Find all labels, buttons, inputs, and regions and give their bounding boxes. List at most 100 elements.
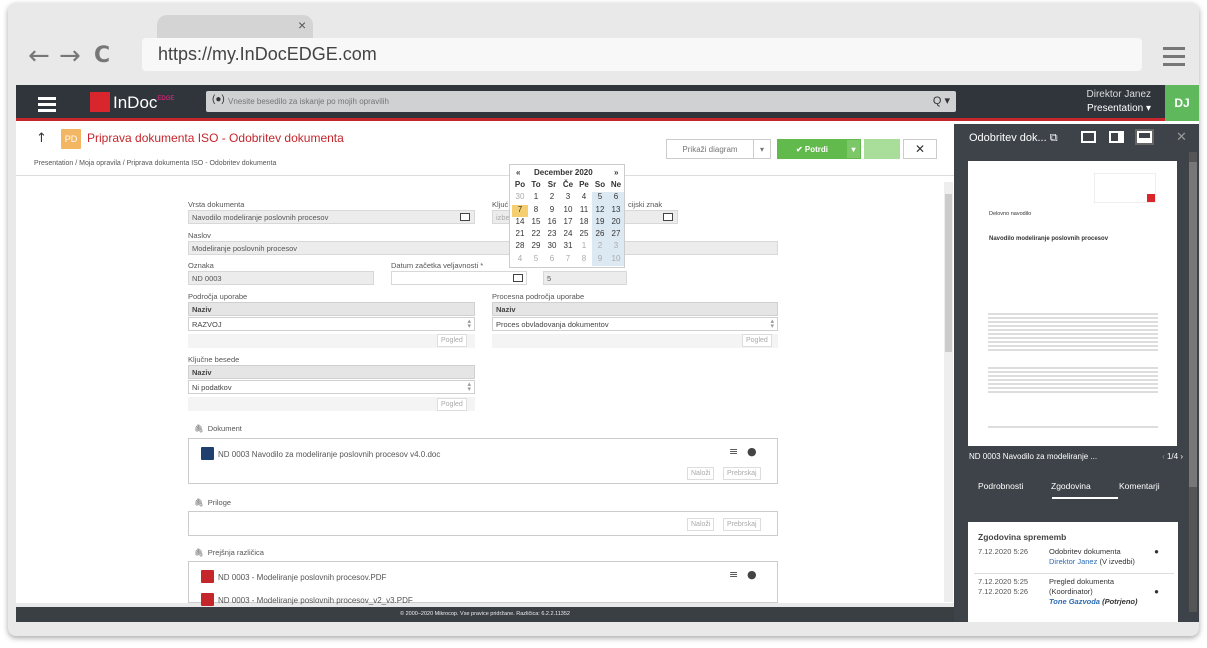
oznaka-field[interactable]: ND 0003 xyxy=(188,271,374,285)
calendar-day[interactable]: 27 xyxy=(608,229,624,242)
calendar-day[interactable]: 10 xyxy=(608,253,624,267)
calendar-day[interactable]: 4 xyxy=(576,192,592,204)
external-link-icon[interactable]: ⧉ xyxy=(1050,132,1058,144)
calendar-day[interactable]: 28 xyxy=(512,241,528,253)
kljucne-pogled-button[interactable]: Pogled xyxy=(437,398,467,411)
procesna-pogled-button[interactable]: Pogled xyxy=(742,334,772,347)
calendar-day[interactable]: 22 xyxy=(528,229,544,241)
list-icon[interactable]: ≡ xyxy=(729,445,738,458)
user-menu[interactable]: Direktor Janez Presentation ▾ xyxy=(1087,88,1151,116)
calendar-day[interactable]: 1 xyxy=(528,192,544,204)
breadcrumb[interactable]: Presentation / Moja opravila / Priprava … xyxy=(34,160,276,167)
panel-close-icon[interactable]: ✕ xyxy=(1176,129,1187,145)
browser-menu-icon[interactable] xyxy=(1163,47,1185,71)
calendar-day[interactable]: 21 xyxy=(512,229,528,241)
back-icon[interactable]: ← xyxy=(28,41,50,71)
revision-field[interactable]: 5 xyxy=(543,271,627,285)
logo[interactable]: InDocEDGE xyxy=(90,92,174,113)
search-icon[interactable]: ● xyxy=(747,445,757,458)
calendar-day[interactable]: 5 xyxy=(592,192,608,205)
calendar-day[interactable]: 18 xyxy=(576,217,592,229)
page-number[interactable]: ‹ 1/4 › xyxy=(1162,452,1183,461)
calendar-day[interactable]: 6 xyxy=(544,254,560,266)
layout-split-icon[interactable] xyxy=(1109,131,1124,143)
calendar-day[interactable]: 16 xyxy=(544,217,560,229)
calendar-day[interactable]: 8 xyxy=(528,205,544,217)
nalozi-button[interactable]: Naloži xyxy=(687,467,715,480)
podrocja-row[interactable]: RAZVOJ ▴ ▾ xyxy=(188,317,475,331)
podrocja-pogled-button[interactable]: Pogled xyxy=(437,334,467,347)
magnifier-icon[interactable]: ● xyxy=(1154,587,1159,597)
search-scope-icon[interactable]: (●) xyxy=(212,94,225,105)
layout-full-icon[interactable] xyxy=(1081,131,1096,143)
layout-bottom-icon[interactable] xyxy=(1137,131,1152,143)
priloge-nalozi-button[interactable]: Naloži xyxy=(687,518,715,531)
naslov-field[interactable]: Modeliranje poslovnih procesov xyxy=(188,241,778,255)
prejsnja-file-2[interactable]: ND 0003 - Modeliranje poslovnih procesov… xyxy=(201,593,413,606)
calendar-day[interactable]: 11 xyxy=(576,205,592,217)
prejsnja-file-1[interactable]: ND 0003 - Modeliranje poslovnih procesov… xyxy=(201,570,386,583)
diagram-dropdown-button[interactable]: ▾ xyxy=(753,139,771,159)
calendar-day[interactable]: 14 xyxy=(512,217,528,229)
calendar-day[interactable]: 19 xyxy=(592,216,608,230)
vrsta-field[interactable]: Navodilo modeliranje poslovnih procesov xyxy=(188,210,475,224)
podrocja-header[interactable]: Naziv xyxy=(188,302,475,316)
show-diagram-button[interactable]: Prikaži diagram xyxy=(666,139,754,159)
kljucne-row[interactable]: Ni podatkov ▴ ▾ xyxy=(188,380,475,394)
address-bar[interactable]: https://my.InDocEDGE.com xyxy=(142,38,1142,71)
calendar-day[interactable]: 1 xyxy=(576,241,592,253)
calendar-day[interactable]: 2 xyxy=(544,192,560,204)
calendar-day[interactable]: 9 xyxy=(544,205,560,217)
calendar-day[interactable]: 4 xyxy=(512,254,528,266)
datum-field[interactable] xyxy=(391,271,527,285)
next-month-button[interactable]: » xyxy=(614,168,618,177)
calendar-day[interactable]: 5 xyxy=(528,254,544,266)
confirm-dropdown-button[interactable]: ▾ xyxy=(846,139,861,159)
procesna-row[interactable]: Proces obvladovanja dokumentov ▴ ▾ xyxy=(492,317,778,331)
up-arrow-icon[interactable]: ↑ xyxy=(36,131,47,146)
calendar-day[interactable]: 13 xyxy=(608,204,624,217)
calendar-day[interactable]: 3 xyxy=(560,192,576,204)
calendar-day[interactable]: 17 xyxy=(560,217,576,229)
calendar-day[interactable]: 7 xyxy=(560,254,576,266)
calendar-day[interactable]: 24 xyxy=(560,229,576,241)
calendar-icon[interactable] xyxy=(513,274,523,282)
close-button[interactable]: ✕ xyxy=(903,139,937,159)
calendar-day[interactable]: 25 xyxy=(576,229,592,241)
calendar-day[interactable]: 10 xyxy=(560,205,576,217)
month-title[interactable]: December 2020 xyxy=(534,168,593,177)
hamburger-icon[interactable] xyxy=(38,97,56,115)
tab-komentarji[interactable]: Komentarji xyxy=(1119,481,1160,491)
magnifier-icon[interactable]: ● xyxy=(1154,547,1159,557)
forward-icon[interactable]: → xyxy=(59,41,81,71)
avatar[interactable]: DJ xyxy=(1165,85,1199,121)
calendar-day[interactable]: 23 xyxy=(544,229,560,241)
calendar-day[interactable]: 7 xyxy=(512,204,528,217)
dokument-file[interactable]: ND 0003 Navodilo za modeliranje poslovni… xyxy=(201,447,440,460)
search-icon[interactable]: ● xyxy=(747,568,757,581)
prebrskaj-button[interactable]: Prebrskaj xyxy=(723,467,761,480)
calendar-day[interactable]: 9 xyxy=(592,253,608,267)
panel-scrollbar[interactable] xyxy=(1189,152,1197,612)
reload-icon[interactable]: C xyxy=(94,43,110,68)
browser-tab[interactable] xyxy=(157,15,313,39)
document-preview[interactable]: Delovno navodilo Navodilo modeliranje po… xyxy=(968,161,1177,446)
tab-close-icon[interactable]: × xyxy=(298,17,306,33)
calendar-day[interactable]: 30 xyxy=(512,192,528,204)
calendar-day[interactable]: 2 xyxy=(592,241,608,254)
calendar-day[interactable]: 26 xyxy=(592,229,608,242)
calendar-day[interactable]: 8 xyxy=(576,254,592,266)
form-scrollbar[interactable] xyxy=(944,182,953,602)
tab-zgodovina[interactable]: Zgodovina xyxy=(1051,481,1091,491)
user-context[interactable]: Presentation ▾ xyxy=(1087,103,1151,114)
calendar-day[interactable]: 3 xyxy=(608,241,624,254)
priloge-prebrskaj-button[interactable]: Prebrskaj xyxy=(723,518,761,531)
list-icon[interactable]: ≡ xyxy=(729,568,738,581)
calendar-day[interactable]: 12 xyxy=(592,204,608,217)
kljucne-header[interactable]: Naziv xyxy=(188,365,475,379)
calendar-day[interactable]: 29 xyxy=(528,241,544,253)
calendar-day[interactable]: 6 xyxy=(608,192,624,205)
calendar-day[interactable]: 15 xyxy=(528,217,544,229)
calendar-day[interactable]: 20 xyxy=(608,216,624,230)
save-button[interactable] xyxy=(864,139,900,159)
